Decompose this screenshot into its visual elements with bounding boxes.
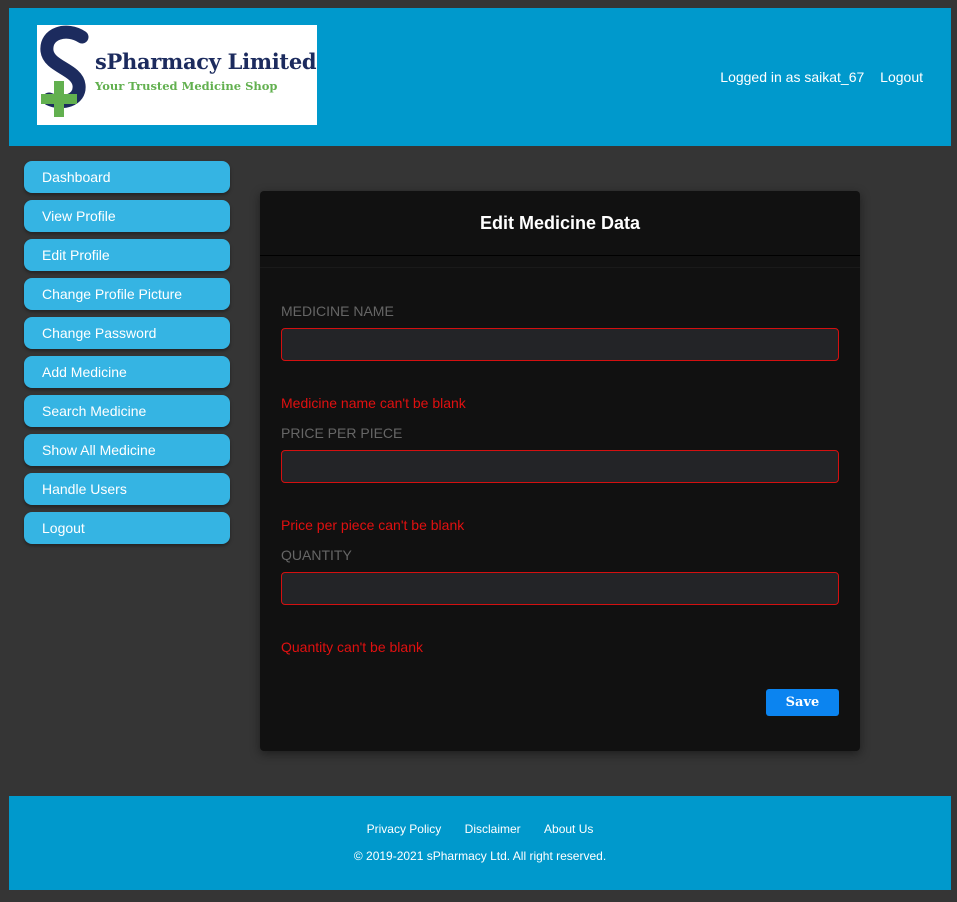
form-title: Edit Medicine Data — [260, 191, 860, 256]
quantity-error: Quantity can't be blank — [281, 639, 423, 655]
price-per-piece-error: Price per piece can't be blank — [281, 517, 465, 533]
footer-link-about-us[interactable]: About Us — [544, 822, 593, 836]
copyright-text: © 2019-2021 sPharmacy Ltd. All right res… — [353, 849, 607, 863]
medicine-name-label: MEDICINE NAME — [281, 303, 394, 319]
site-header: sPharmacy Limited Your Trusted Medicine … — [9, 8, 951, 146]
brand-name: sPharmacy Limited — [95, 49, 317, 74]
medicine-name-error: Medicine name can't be blank — [281, 395, 466, 411]
sidebar-item-handle-users[interactable]: Handle Users — [24, 473, 230, 505]
logged-in-text: Logged in as saikat_67 — [720, 69, 865, 85]
footer-link-privacy-policy[interactable]: Privacy Policy — [367, 822, 442, 836]
save-button[interactable]: Save — [766, 689, 839, 716]
edit-medicine-card: Edit Medicine Data MEDICINE NAME Medicin… — [260, 191, 860, 751]
site-footer: Privacy Policy Disclaimer About Us © 201… — [9, 796, 951, 890]
quantity-label: QUANTITY — [281, 547, 352, 563]
sidebar-item-search-medicine[interactable]: Search Medicine — [24, 395, 230, 427]
user-area: Logged in as saikat_67 Logout — [720, 69, 923, 85]
sidebar-item-change-profile-picture[interactable]: Change Profile Picture — [24, 278, 230, 310]
price-per-piece-label: PRICE PER PIECE — [281, 425, 403, 441]
sidebar-item-view-profile[interactable]: View Profile — [24, 200, 230, 232]
quantity-input[interactable] — [281, 572, 839, 605]
price-per-piece-input[interactable] — [281, 450, 839, 483]
footer-links: Privacy Policy Disclaimer About Us — [9, 822, 951, 836]
divider — [260, 256, 860, 268]
footer-link-disclaimer[interactable]: Disclaimer — [465, 822, 521, 836]
header-logout-link[interactable]: Logout — [880, 69, 923, 85]
sidebar-item-edit-profile[interactable]: Edit Profile — [24, 239, 230, 271]
sidebar-nav: Dashboard View Profile Edit Profile Chan… — [24, 161, 230, 551]
pharmacy-logo-icon — [40, 25, 89, 117]
sidebar-item-logout[interactable]: Logout — [24, 512, 230, 544]
medicine-name-input[interactable] — [281, 328, 839, 361]
brand-logo[interactable]: sPharmacy Limited Your Trusted Medicine … — [37, 25, 317, 125]
sidebar-item-change-password[interactable]: Change Password — [24, 317, 230, 349]
sidebar-item-add-medicine[interactable]: Add Medicine — [24, 356, 230, 388]
sidebar-item-show-all-medicine[interactable]: Show All Medicine — [24, 434, 230, 466]
brand-tagline: Your Trusted Medicine Shop — [95, 79, 278, 93]
sidebar-item-dashboard[interactable]: Dashboard — [24, 161, 230, 193]
